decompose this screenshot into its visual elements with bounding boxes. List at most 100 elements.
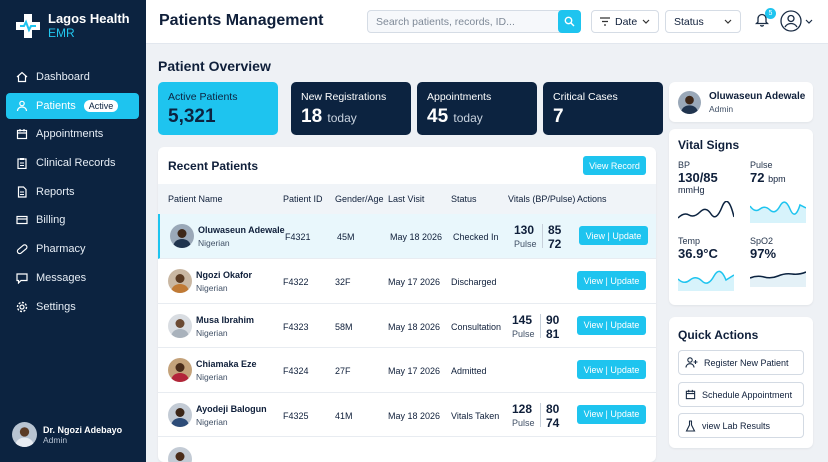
table-row[interactable]: Musa Ibrahim Nigerian F4323 58M May 18 2… [158, 304, 656, 348]
column-header: Vitals (BP/Pulse) [508, 194, 576, 204]
sidebar-item-appointments[interactable]: Appointments [6, 121, 139, 147]
table-row[interactable]: Ngozi Okafor Nigerian F4322 32F May 17 2… [158, 259, 656, 304]
sidebar-user[interactable]: Dr. Ngozi Adebayo Admin [12, 422, 122, 447]
temp-sparkline [678, 270, 734, 291]
chevron-down-icon [724, 19, 732, 24]
user-icon [16, 100, 28, 111]
user-avatar-icon [780, 10, 802, 32]
stat-card-active-patients[interactable]: Active Patients 5,321 [158, 82, 278, 135]
stat-card-new-registrations[interactable]: New Registrations 18 today [291, 82, 411, 135]
profile-role: Admin [709, 104, 734, 114]
column-header: Gender/Age [335, 194, 384, 204]
notifications-button[interactable]: 5 [754, 8, 776, 32]
patient-avatar [170, 224, 194, 248]
sidebar-item-patients[interactable]: Patients Active [6, 92, 139, 119]
bp-systolic: 130 [514, 223, 535, 237]
user-role: Admin [43, 434, 68, 445]
patient-name: Chiamaka Eze [196, 359, 257, 369]
vitals-cell: 145 Pulse 90 81 [512, 312, 564, 341]
stat-value: 18 [301, 106, 323, 127]
stat-label: Appointments [427, 91, 492, 103]
view-lab-results-button[interactable]: view Lab Results [678, 413, 804, 438]
gender-age: 45M [337, 232, 355, 242]
vital-bp: BP 130/85 mmHg [678, 160, 738, 195]
bp-diastolic: 80 [546, 401, 560, 416]
schedule-appointment-button[interactable]: Schedule Appointment [678, 382, 804, 407]
patient-avatar [168, 313, 192, 338]
selected-patient-card[interactable]: Oluwaseun Adewale Admin [669, 82, 813, 122]
vitals-divider [540, 313, 541, 338]
patient-nationality: Nigerian [196, 327, 228, 338]
search-button[interactable] [558, 10, 581, 33]
vital-label: Temp [678, 236, 701, 246]
pulse-value: 74 [546, 415, 560, 430]
filter-icon [600, 17, 610, 26]
sidebar-item-billing[interactable]: Billing [6, 207, 139, 233]
bp-diastolic: 85 [548, 223, 562, 237]
vitals-cell: 130 Pulse 85 72 [514, 222, 566, 251]
vitals-divider [542, 224, 543, 248]
quick-action-label: Schedule Appointment [702, 389, 793, 400]
sidebar-item-label: Reports [36, 185, 75, 198]
spo2-sparkline [750, 271, 806, 287]
home-icon [16, 71, 28, 83]
document-icon [17, 186, 27, 198]
pulse-label: Pulse [514, 239, 537, 249]
status: Discharged [451, 277, 497, 287]
table-row[interactable] [158, 437, 656, 462]
sidebar-item-label: Billing [36, 214, 66, 227]
active-badge: Active [83, 99, 119, 112]
view-update-button[interactable]: View | Update [577, 315, 646, 335]
patient-id: F4321 [285, 232, 311, 242]
vital-value: 72 [750, 170, 765, 185]
brand-subtitle: EMR [48, 26, 75, 40]
stat-card-appointments[interactable]: Appointments 45 today [417, 82, 537, 135]
column-header: Patient ID [283, 194, 323, 204]
patient-nationality: Nigerian [198, 238, 230, 248]
pill-icon [16, 244, 28, 255]
vital-temp: Temp 36.9°C [678, 236, 738, 261]
user-name: Dr. Ngozi Adebayo [43, 424, 123, 435]
stat-value: 5,321 [168, 106, 216, 127]
view-update-button[interactable]: View | Update [577, 404, 646, 424]
view-update-button[interactable]: View | Update [577, 360, 646, 379]
page-title: Patients Management [159, 12, 324, 29]
status: Consultation [451, 321, 502, 332]
search-input[interactable] [368, 11, 554, 32]
stat-suffix: today [327, 111, 357, 125]
sidebar-item-pharmacy[interactable]: Pharmacy [6, 236, 139, 262]
vital-spo2: SpO2 97% [750, 236, 810, 261]
view-record-button[interactable]: View Record [583, 156, 646, 175]
stat-card-critical-cases[interactable]: Critical Cases 7 [543, 82, 663, 135]
sidebar-item-label: Clinical Records [36, 157, 116, 170]
vital-value: 36.9°C [678, 246, 718, 261]
avatar [12, 422, 37, 447]
patient-nationality: Nigerian [196, 416, 228, 427]
vital-signs-card: Vital Signs BP 130/85 mmHg Pulse 72 bpm … [669, 129, 813, 305]
date-filter-label: Date [615, 15, 638, 28]
table-row[interactable]: Ayodeji Balogun Nigerian F4325 41M May 1… [158, 393, 656, 437]
sidebar-item-dashboard[interactable]: Dashboard [6, 64, 139, 90]
bp-systolic: 145 [512, 312, 533, 327]
date-filter-button[interactable]: Date [591, 10, 660, 33]
view-update-button[interactable]: View | Update [577, 271, 646, 290]
recent-patients-card: Recent Patients View Record Patient Name… [158, 147, 656, 462]
sidebar-item-reports[interactable]: Reports [6, 179, 139, 205]
sidebar-item-settings[interactable]: Settings [6, 294, 139, 320]
sidebar-item-messages[interactable]: Messages [6, 265, 139, 291]
status-filter-dropdown[interactable]: Status [665, 10, 741, 33]
table-row[interactable]: Oluwaseun Adewale Nigerian F4321 45M May… [158, 214, 656, 259]
bp-diastolic: 90 [546, 312, 560, 327]
table-row[interactable]: Chiamaka Eze Nigerian F4324 27F May 17 2… [158, 348, 656, 393]
notification-count: 5 [765, 8, 776, 19]
user-menu-button[interactable] [780, 10, 813, 32]
gender-age: 32F [335, 277, 351, 287]
profile-name: Oluwaseun Adewale [709, 91, 806, 102]
last-visit: May 18 2026 [390, 232, 443, 242]
column-header: Patient Name [168, 194, 223, 204]
brand[interactable]: Lagos Health EMR [14, 12, 130, 40]
view-update-button[interactable]: View | Update [579, 226, 648, 245]
patient-name: Ngozi Okafor [196, 270, 253, 280]
register-new-patient-button[interactable]: Register New Patient [678, 350, 804, 375]
sidebar-item-clinical-records[interactable]: Clinical Records [6, 150, 139, 176]
